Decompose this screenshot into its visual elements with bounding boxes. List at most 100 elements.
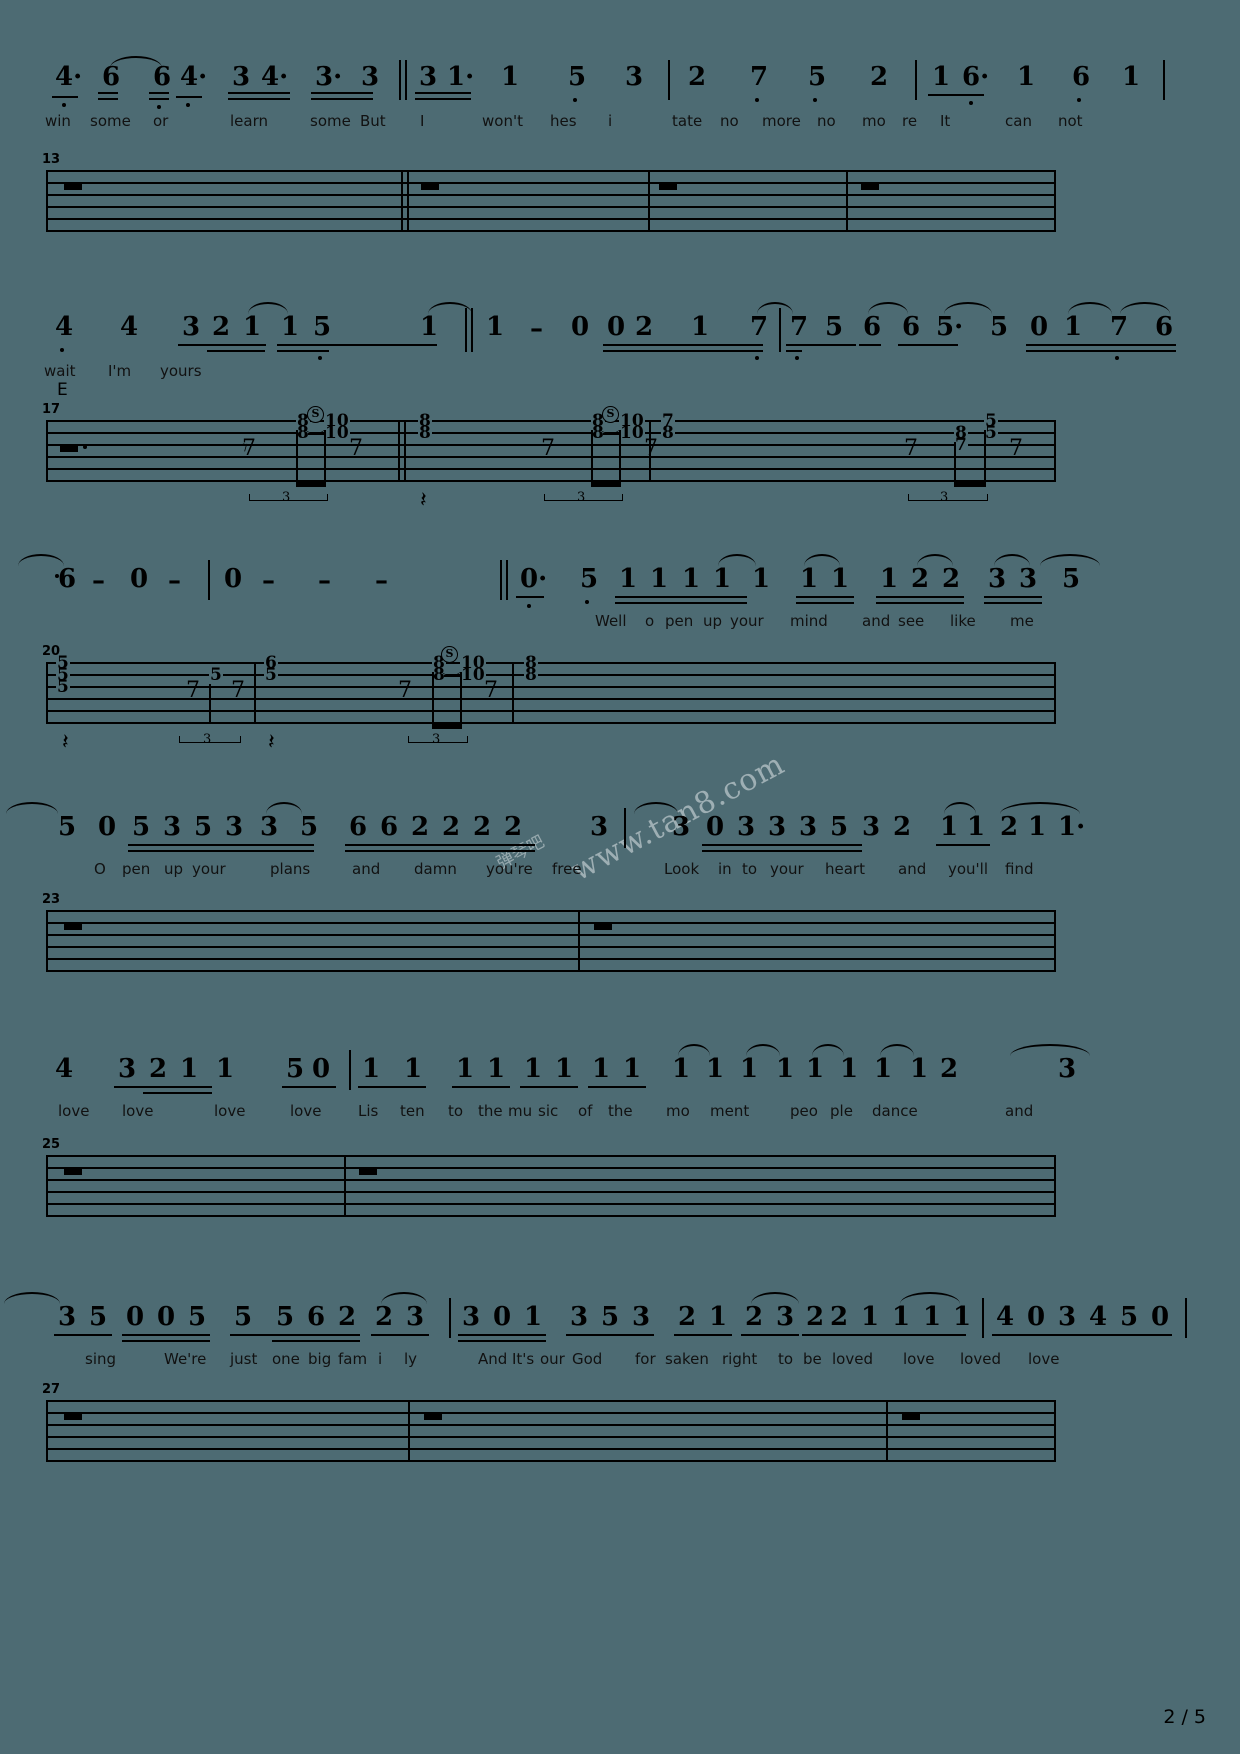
- tab-system-17: 17 𝄾 7 8 8 S 10 10 3 7 𝄽 8 8 7 8 8 S 10 …: [42, 402, 1056, 512]
- eighth-rest: 7: [186, 678, 200, 703]
- whole-rest: [64, 183, 82, 190]
- lyric-word: not: [1058, 112, 1083, 130]
- eighth-rest: 7: [541, 436, 555, 461]
- lyric-word: love: [58, 1102, 90, 1120]
- whole-rest: [359, 1168, 377, 1175]
- slide-symbol: S: [602, 406, 619, 423]
- melody-system-4: 5 0 5 3 5 3 3 5 6 6 2 2 2 2 3 3 0 3 3 3 …: [0, 798, 1240, 890]
- whole-rest: [594, 923, 612, 930]
- lyric-word: to: [448, 1102, 464, 1120]
- lyric-word: love: [290, 1102, 322, 1120]
- lyric-word: Look: [664, 860, 700, 878]
- lyric-word: It: [940, 112, 951, 130]
- melody-system-6: 3 5 0 0 5 5 5 6 2 2 3 3 0 1 3 5 3 2 1 2 …: [0, 1288, 1240, 1380]
- lyric-word: ly: [404, 1350, 418, 1368]
- lyric-word: mind: [790, 612, 828, 630]
- lyric-word: peo: [790, 1102, 818, 1120]
- lyric-word: the: [608, 1102, 633, 1120]
- tab-note: 7: [954, 435, 968, 455]
- melody-system-5: 4 3 2 1 1 5 0 1 1 1 1 1 1 1 1 1 1 1 1 1 …: [0, 1040, 1240, 1132]
- eighth-rest: 7: [398, 678, 412, 703]
- lyric-word: like: [950, 612, 976, 630]
- lyric-word: saken: [665, 1350, 709, 1368]
- lyric-word: and: [898, 860, 927, 878]
- lyric-word: i: [608, 112, 613, 130]
- lyric-word: pen: [122, 860, 151, 878]
- lyric-word: one: [272, 1350, 300, 1368]
- slide-symbol: S: [441, 646, 458, 663]
- eighth-rest: 7: [644, 436, 658, 461]
- eighth-rest: 7: [242, 436, 256, 461]
- eighth-rest: 7: [904, 436, 918, 461]
- lyric-word: or: [153, 112, 169, 130]
- tab-note: 10: [324, 423, 350, 443]
- tab-note: 8: [661, 423, 675, 443]
- eighth-rest: 7: [349, 436, 363, 461]
- lyric-word: some: [90, 112, 131, 130]
- lyric-word: yours: [160, 362, 202, 380]
- measure-number: 27: [42, 1382, 61, 1397]
- lyric-word: Well: [595, 612, 627, 630]
- lyric-word: and: [862, 612, 891, 630]
- lyric-word: o: [645, 612, 655, 630]
- lyric-word: mo: [862, 112, 886, 130]
- lyric-word: dance: [872, 1102, 918, 1120]
- eighth-rest: 7: [1009, 436, 1023, 461]
- lyric-word: pen: [665, 612, 694, 630]
- whole-rest: [64, 1413, 82, 1420]
- tab-note: 8: [418, 423, 432, 443]
- measure-number: 25: [42, 1137, 61, 1152]
- whole-rest: [64, 1168, 82, 1175]
- lyric-word: and: [352, 860, 381, 878]
- lyric-word: learn: [230, 112, 268, 130]
- lyric-word: free: [552, 860, 582, 878]
- lyric-word: no: [817, 112, 836, 130]
- lyric-word: i: [378, 1350, 383, 1368]
- lyric-word: win: [45, 112, 71, 130]
- lyric-word: your: [730, 612, 764, 630]
- lyric-word: ten: [400, 1102, 425, 1120]
- whole-rest: [424, 1413, 442, 1420]
- lyric-word: It's: [512, 1350, 535, 1368]
- lyric-word: plans: [270, 860, 311, 878]
- lyric-word: mo: [666, 1102, 690, 1120]
- sheet-music-page: 弹琴吧 www.tan8.com 4· 6 6 4· 3 4· 3· 3 3 1…: [0, 0, 1240, 1754]
- lyric-word: Lis: [358, 1102, 379, 1120]
- whole-rest: [861, 183, 879, 190]
- tab-note: 10: [619, 423, 645, 443]
- tab-note: 5: [56, 677, 70, 697]
- lyric-word: see: [898, 612, 925, 630]
- lyric-word: some: [310, 112, 351, 130]
- lyric-word: re: [902, 112, 918, 130]
- eighth-rest: 7: [484, 678, 498, 703]
- lyric-word: hes: [550, 112, 577, 130]
- lyric-word: big: [308, 1350, 332, 1368]
- lyric-word: your: [770, 860, 804, 878]
- melody-system-2: 4 4 3 2 1 1 5 1 1 – 0 0 2 1 7 7 5 6 6 5·…: [0, 300, 1240, 392]
- lyric-word: you'll: [948, 860, 989, 878]
- lyric-word: ment: [710, 1102, 750, 1120]
- lyric-word: up: [164, 860, 184, 878]
- melody-system-1: 4· 6 6 4· 3 4· 3· 3 3 1· 1 5 3 2 7 5 2 1…: [0, 50, 1240, 142]
- lyric-word: ple: [830, 1102, 853, 1120]
- measure-number: 13: [42, 152, 61, 167]
- lyric-word: heart: [825, 860, 865, 878]
- tab-note: 5: [264, 665, 278, 685]
- lyric-word: me: [1010, 612, 1034, 630]
- lyric-word: to: [742, 860, 758, 878]
- lyric-word: loved: [960, 1350, 1001, 1368]
- lyric-word: And: [478, 1350, 508, 1368]
- lyric-word: of: [578, 1102, 593, 1120]
- lyric-word: for: [635, 1350, 656, 1368]
- lyric-word: up: [703, 612, 723, 630]
- whole-rest: [60, 445, 78, 452]
- lyric-word: can: [1005, 112, 1032, 130]
- lyric-word: no: [720, 112, 739, 130]
- lyric-word: love: [903, 1350, 935, 1368]
- lyric-word: love: [122, 1102, 154, 1120]
- tab-note: 5: [209, 665, 223, 685]
- tab-note: 5: [984, 423, 998, 443]
- lyric-word: O: [94, 860, 106, 878]
- measure-number: 17: [42, 402, 61, 417]
- lyric-word: to: [778, 1350, 794, 1368]
